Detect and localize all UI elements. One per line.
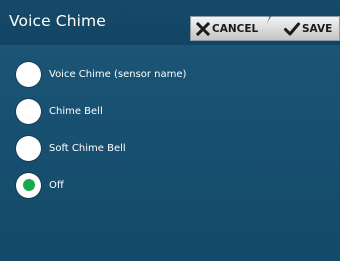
option-label: Chime Bell [49,105,103,117]
cancel-button[interactable]: CANCEL [190,16,270,41]
option-voice-chime[interactable]: Voice Chime (sensor name) [16,60,186,88]
radio-button[interactable] [16,61,41,87]
close-x-icon [196,21,210,36]
option-off[interactable]: Off [16,171,64,199]
save-button[interactable]: SAVE [257,16,340,41]
checkmark-icon [284,22,300,36]
option-label: Voice Chime (sensor name) [49,68,187,80]
page-title: Voice Chime [9,12,106,30]
option-label: Off [49,179,64,191]
option-soft-chime-bell[interactable]: Soft Chime Bell [16,134,126,162]
radio-button-selected[interactable] [16,172,41,198]
selected-dot [22,179,35,191]
save-label: SAVE [302,22,333,35]
option-label: Soft Chime Bell [49,142,126,154]
title-bar: Voice Chime CANCEL SAVE [0,0,340,45]
radio-button[interactable] [16,135,41,161]
option-chime-bell[interactable]: Chime Bell [16,97,103,125]
cancel-label: CANCEL [212,22,259,35]
radio-button[interactable] [16,98,41,124]
voice-chime-screen: Voice Chime CANCEL SAVE Voice Chime (sen… [0,0,340,261]
